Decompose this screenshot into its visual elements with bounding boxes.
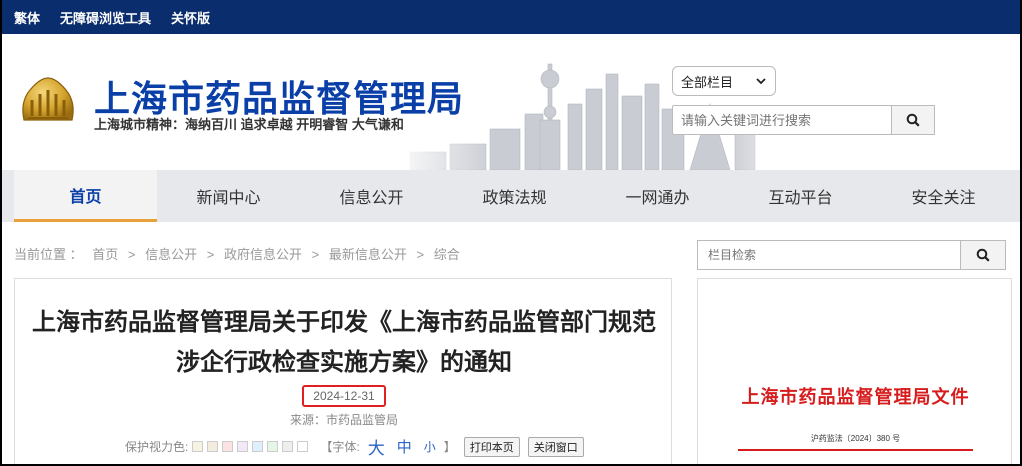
article-title-line-2: 涉企行政检查实施方案》的通知 [176, 349, 512, 376]
breadcrumb-separator: > [206, 247, 215, 262]
breadcrumb-item-latest-info[interactable]: 最新信息公开 [329, 247, 407, 262]
close-window-button[interactable]: 关闭窗口 [527, 436, 584, 457]
document-heading: 上海市药品监督管理局文件 [741, 387, 970, 408]
nav-item-info-disclosure[interactable]: 信息公开 [300, 170, 443, 222]
search-icon [976, 248, 990, 262]
color-swatch[interactable] [297, 441, 309, 452]
reading-tools: 保护视力色: 【字体: 大 中 小 】 打印本页 关闭窗口 [125, 434, 584, 459]
column-search-button[interactable] [960, 240, 1006, 270]
font-size-medium[interactable]: 中 [397, 436, 412, 457]
publish-date: 2024-12-31 [302, 385, 386, 407]
top-utility-bar: 繁体 无障碍浏览工具 关怀版 [0, 0, 1022, 34]
site-header: 上海市药品监督管理局 上海城市精神：海纳百川 追求卓越 开明睿智 大气谦和 全部… [0, 34, 1022, 170]
nav-item-one-stop-service[interactable]: 一网通办 [586, 170, 729, 222]
breadcrumb-separator: > [416, 247, 425, 262]
elderly-mode-link[interactable]: 关怀版 [171, 8, 210, 27]
article-title-line-1: 上海市药品监督管理局关于印发《上海市药品监管部门规范 [32, 309, 656, 336]
site-search-input[interactable] [672, 105, 892, 135]
font-size-small[interactable]: 小 [424, 438, 436, 455]
nav-item-policies-regulations[interactable]: 政策法规 [443, 170, 586, 222]
font-size-large[interactable]: 大 [368, 434, 385, 459]
search-scope-select[interactable]: 全部栏目 [672, 66, 776, 96]
main-navigation: 首页 新闻中心 信息公开 政策法规 一网通办 互动平台 安全关注 [0, 170, 1022, 222]
chevron-down-icon [756, 78, 766, 85]
search-icon [906, 113, 920, 127]
print-button[interactable]: 打印本页 [463, 436, 520, 457]
document-number: 沪药监法〔2024〕380 号 [810, 434, 901, 443]
breadcrumb: 当前位置 ： 首页 > 信息公开 > 政府信息公开 > 最新信息公开 > 综合 [14, 244, 466, 263]
color-swatch[interactable] [192, 441, 204, 452]
font-size-bracket-close: 】 [443, 440, 456, 454]
traditional-chinese-link[interactable]: 繁体 [14, 8, 40, 27]
breadcrumb-separator: > [127, 247, 136, 262]
breadcrumb-item-info-disclosure[interactable]: 信息公开 [145, 247, 197, 262]
color-swatch[interactable] [282, 441, 294, 452]
breadcrumb-label: 当前位置 ： [14, 247, 83, 262]
font-size-label: 【字体: [320, 440, 360, 454]
article-panel: 上海市药品监督管理局关于印发《上海市药品监管部门规范 涉企行政检查实施方案》的通… [14, 278, 672, 466]
column-search-input[interactable] [697, 240, 961, 270]
color-swatch[interactable] [207, 441, 219, 452]
breadcrumb-item-gov-info[interactable]: 政府信息公开 [224, 247, 302, 262]
accessibility-tools-link[interactable]: 无障碍浏览工具 [60, 8, 151, 27]
nav-item-news-center[interactable]: 新闻中心 [157, 170, 300, 222]
color-swatch[interactable] [267, 441, 279, 452]
eye-protection-label: 保护视力色: [125, 440, 189, 454]
bureau-emblem-logo [22, 77, 74, 121]
color-swatch[interactable] [252, 441, 264, 452]
nav-item-safety-focus[interactable]: 安全关注 [872, 170, 1015, 222]
breadcrumb-separator: > [311, 247, 320, 262]
city-spirit-motto: 上海城市精神：海纳百川 追求卓越 开明睿智 大气谦和 [94, 117, 404, 132]
site-search-button[interactable] [891, 105, 935, 135]
article-source: 来源：市药品监管局 [289, 413, 398, 427]
nav-item-home[interactable]: 首页 [14, 170, 157, 222]
article-title: 上海市药品监督管理局关于印发《上海市药品监管部门规范 涉企行政检查实施方案》的通… [15, 303, 673, 383]
search-scope-value: 全部栏目 [681, 74, 734, 90]
color-swatch[interactable] [237, 441, 249, 452]
document-preview[interactable]: 上海市药品监督管理局文件 沪药监法〔2024〕380 号 [697, 278, 1012, 466]
breadcrumb-item-home[interactable]: 首页 [92, 247, 118, 262]
breadcrumb-item-general[interactable]: 综合 [434, 247, 460, 262]
color-swatch[interactable] [222, 441, 234, 452]
nav-item-interaction-platform[interactable]: 互动平台 [729, 170, 872, 222]
document-red-divider [738, 449, 973, 451]
